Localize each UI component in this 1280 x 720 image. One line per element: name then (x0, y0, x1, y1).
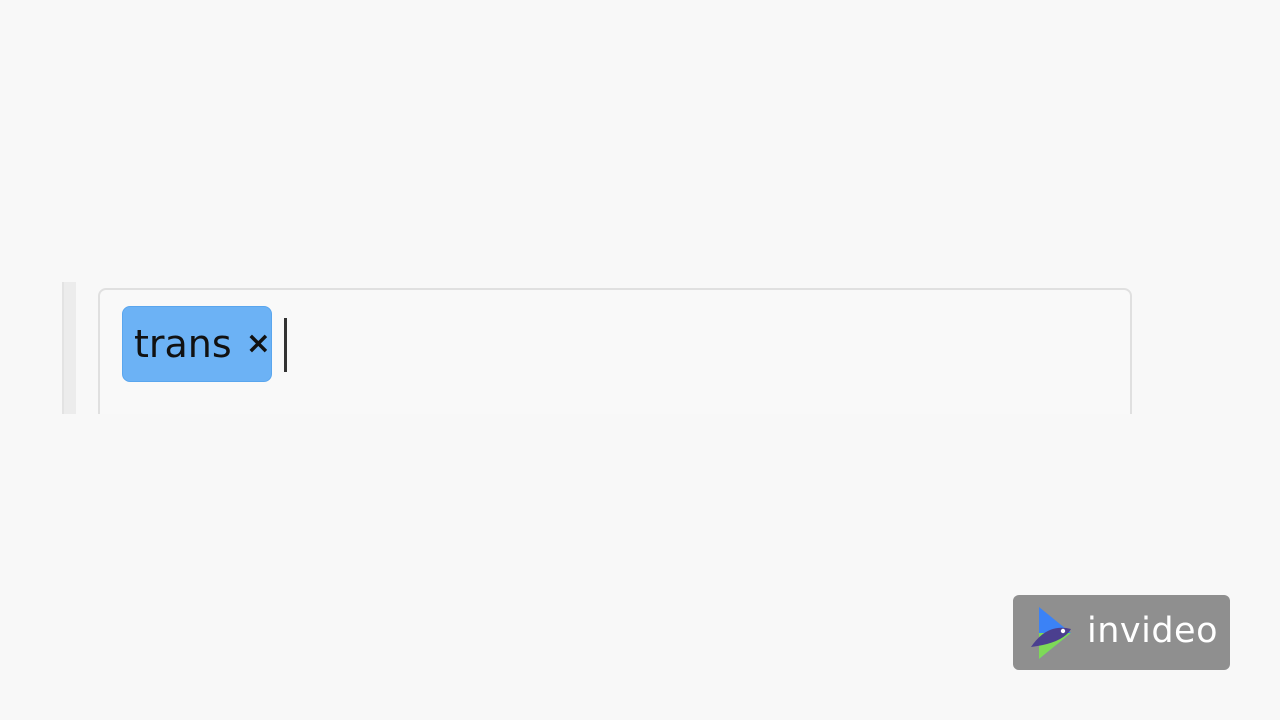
watermark-brand-text: invideo (1087, 611, 1219, 651)
tag-remove-icon[interactable]: × (246, 329, 271, 359)
left-divider (62, 282, 76, 414)
tag-chip[interactable]: trans × (122, 306, 272, 382)
invideo-logo-icon (1031, 607, 1071, 659)
tag-input-field[interactable]: trans × (98, 288, 1132, 414)
invideo-watermark: invideo (1013, 595, 1230, 670)
screen: trans × invideo (0, 0, 1280, 720)
tag-chip-label: trans (134, 322, 232, 366)
text-caret (284, 318, 287, 372)
